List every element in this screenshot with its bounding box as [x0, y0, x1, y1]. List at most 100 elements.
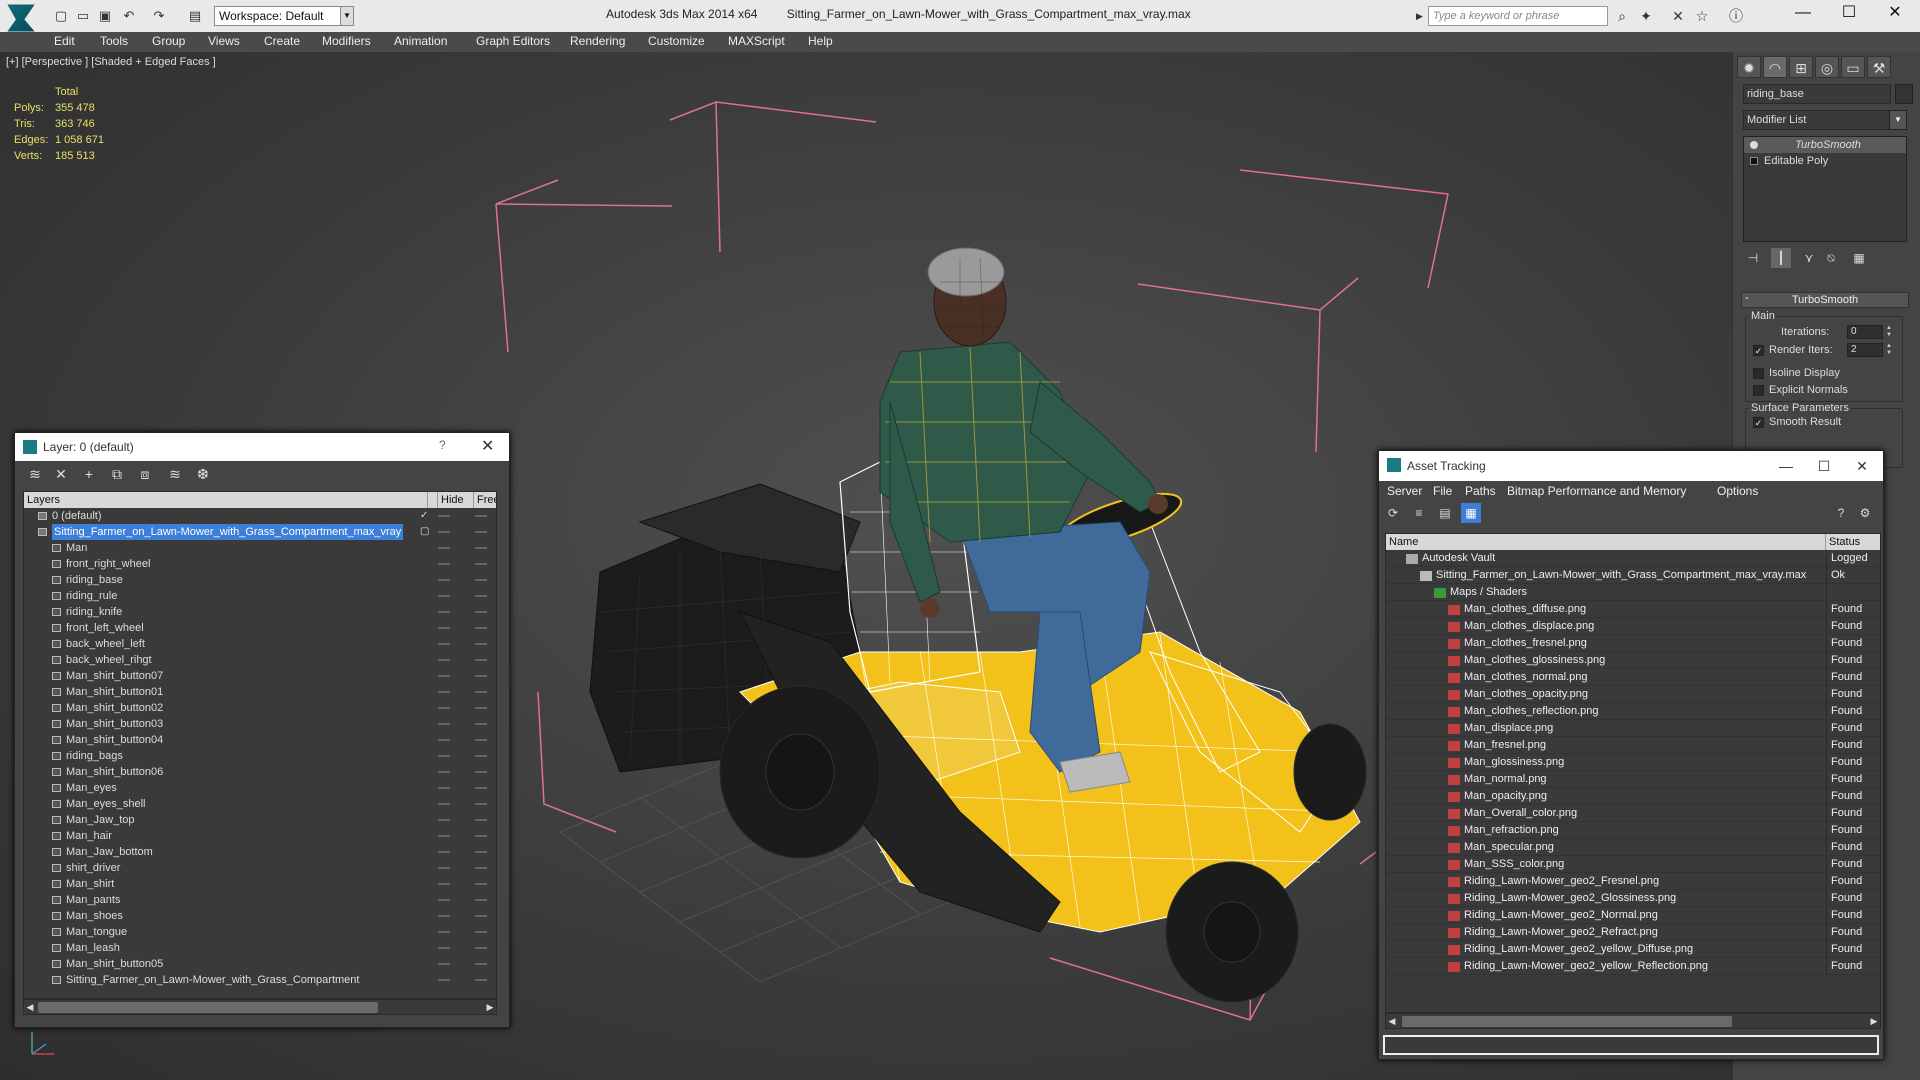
scroll-left-icon[interactable]: ◀ [1386, 1014, 1398, 1028]
scroll-right-icon[interactable]: ▶ [484, 1000, 496, 1014]
app-logo-icon[interactable] [7, 4, 35, 32]
create-layer-icon[interactable]: ≋ [25, 464, 45, 484]
asset-row[interactable]: Man_refraction.png Found [1386, 822, 1880, 839]
menu-edit[interactable]: Edit [54, 34, 75, 48]
hide-toggle[interactable] [438, 755, 450, 757]
menu-customize[interactable]: Customize [648, 34, 705, 48]
layer-row[interactable]: riding_base [24, 572, 496, 588]
maximize-button[interactable]: ☐ [1826, 0, 1872, 28]
freeze-toggle[interactable] [475, 515, 487, 517]
modify-tab-icon[interactable]: ◠ [1763, 56, 1787, 78]
menu-tools[interactable]: Tools [100, 34, 128, 48]
help-button[interactable]: ? [439, 438, 446, 452]
asset-row[interactable]: Man_clothes_glossiness.png Found [1386, 652, 1880, 669]
lightbulb-icon[interactable] [1750, 141, 1758, 149]
add-to-layer-icon[interactable]: + [79, 464, 99, 484]
vault-settings-icon[interactable]: ⚙ [1855, 503, 1875, 523]
delete-layer-icon[interactable]: ✕ [51, 464, 71, 484]
stack-item-editable-poly[interactable]: Editable Poly [1744, 153, 1906, 169]
layer-row[interactable]: Man_shoes [24, 908, 496, 924]
layer-row[interactable]: front_right_wheel [24, 556, 496, 572]
menu-views[interactable]: Views [208, 34, 240, 48]
layer-row[interactable]: Sitting_Farmer_on_Lawn-Mower_with_Grass_… [24, 972, 496, 988]
asset-row[interactable]: Man_SSS_color.png Found [1386, 856, 1880, 873]
freeze-toggle[interactable] [475, 627, 487, 629]
layer-row[interactable]: Man_pants [24, 892, 496, 908]
select-objects-icon[interactable]: ⧉ [107, 464, 127, 484]
maximize-button[interactable]: ☐ [1809, 453, 1839, 479]
menu-modifiers[interactable]: Modifiers [322, 34, 371, 48]
spinner-arrows-icon[interactable]: ▲ ▼ [1885, 343, 1893, 357]
menu-graph-editors[interactable]: Graph Editors [476, 34, 550, 48]
display-tab-icon[interactable]: ▭ [1841, 56, 1865, 78]
layer-row[interactable]: Man_shirt_button04 [24, 732, 496, 748]
layer-row[interactable]: Man_shirt_button01 [24, 684, 496, 700]
refresh-icon[interactable]: ⟳ [1383, 503, 1403, 523]
freeze-toggle[interactable] [475, 643, 487, 645]
binoculars-icon[interactable]: ⌕ [1612, 7, 1632, 25]
layer-row[interactable]: front_left_wheel [24, 620, 496, 636]
hide-toggle[interactable] [438, 883, 450, 885]
asset-row[interactable]: Riding_Lawn-Mower_geo2_yellow_Reflection… [1386, 958, 1880, 975]
freeze-toggle[interactable] [475, 947, 487, 949]
freeze-toggle[interactable] [475, 755, 487, 757]
open-file-icon[interactable]: ▭ [74, 7, 92, 25]
freeze-toggle[interactable] [475, 963, 487, 965]
layer-row[interactable]: Man_shirt_button05 [24, 956, 496, 972]
scroll-right-icon[interactable]: ▶ [1868, 1014, 1880, 1028]
layer-active-toggle-icon[interactable]: ▢ [420, 524, 429, 540]
asset-row[interactable]: Man_glossiness.png Found [1386, 754, 1880, 771]
layer-row[interactable]: Sitting_Farmer_on_Lawn-Mower_with_Grass_… [24, 524, 496, 540]
scrollbar-thumb[interactable] [1402, 1016, 1732, 1027]
menu-maxscript[interactable]: MAXScript [728, 34, 785, 48]
asset-row[interactable]: Man_clothes_diffuse.png Found [1386, 601, 1880, 618]
save-icon[interactable]: ▣ [96, 7, 114, 25]
column-status[interactable]: Status [1826, 534, 1880, 550]
column-name[interactable]: Name [1386, 534, 1826, 550]
asset-row[interactable]: Man_clothes_normal.png Found [1386, 669, 1880, 686]
close-button[interactable]: ✕ [1872, 0, 1918, 28]
horizontal-scrollbar[interactable]: ◀ ▶ [23, 999, 497, 1015]
modifier-list-dropdown[interactable]: Modifier List [1743, 110, 1905, 130]
hide-toggle[interactable] [438, 691, 450, 693]
hide-toggle[interactable] [438, 787, 450, 789]
close-button[interactable]: ✕ [481, 436, 494, 456]
asset-menu-server[interactable]: Server [1387, 484, 1422, 498]
freeze-toggle[interactable] [475, 899, 487, 901]
layer-row[interactable]: riding_knife [24, 604, 496, 620]
column-hide[interactable]: Hide [438, 492, 474, 508]
iterations-spinner[interactable]: 0 [1847, 325, 1883, 339]
render-iters-checkbox[interactable]: ✓ [1753, 345, 1764, 356]
freeze-toggle[interactable] [475, 531, 487, 533]
exchange-icon[interactable]: ✕ [1668, 7, 1688, 25]
smooth-result-checkbox[interactable]: ✓ [1753, 417, 1764, 428]
spinner-arrows-icon[interactable]: ▲ ▼ [1885, 325, 1893, 339]
asset-row[interactable]: Man_displace.png Found [1386, 720, 1880, 737]
hide-toggle[interactable] [438, 819, 450, 821]
freeze-toggle[interactable] [475, 723, 487, 725]
asset-row[interactable]: Riding_Lawn-Mower_geo2_Fresnel.png Found [1386, 873, 1880, 890]
freeze-toggle[interactable] [475, 803, 487, 805]
freeze-toggle[interactable] [475, 675, 487, 677]
hide-toggle[interactable] [438, 803, 450, 805]
communication-center-icon[interactable]: ✦ [1636, 7, 1656, 25]
layer-row[interactable]: Man_tongue [24, 924, 496, 940]
render-iters-spinner[interactable]: 2 [1847, 343, 1883, 357]
motion-tab-icon[interactable]: ◎ [1815, 56, 1839, 78]
minimize-button[interactable]: — [1780, 0, 1826, 28]
make-unique-icon[interactable]: ⋎ [1799, 248, 1819, 268]
hide-toggle[interactable] [438, 979, 450, 981]
project-folder-icon[interactable]: ▤ [186, 7, 204, 25]
freeze-toggle[interactable] [475, 659, 487, 661]
hide-toggle[interactable] [438, 611, 450, 613]
layer-row[interactable]: back_wheel_rihgt [24, 652, 496, 668]
asset-row[interactable]: Sitting_Farmer_on_Lawn-Mower_with_Grass_… [1386, 567, 1880, 584]
hide-toggle[interactable] [438, 659, 450, 661]
collapse-icon[interactable]: - [1745, 292, 1749, 304]
asset-row[interactable]: Riding_Lawn-Mower_geo2_Glossiness.png Fou… [1386, 890, 1880, 907]
layer-row[interactable]: Man [24, 540, 496, 556]
asset-row[interactable]: Riding_Lawn-Mower_geo2_yellow_Diffuse.pn… [1386, 941, 1880, 958]
freeze-toggle[interactable] [475, 739, 487, 741]
viewport-label[interactable]: [+] [Perspective ] [Shaded + Edged Faces… [6, 56, 216, 68]
turbosmooth-rollout-title[interactable]: TurboSmooth [1741, 292, 1909, 308]
